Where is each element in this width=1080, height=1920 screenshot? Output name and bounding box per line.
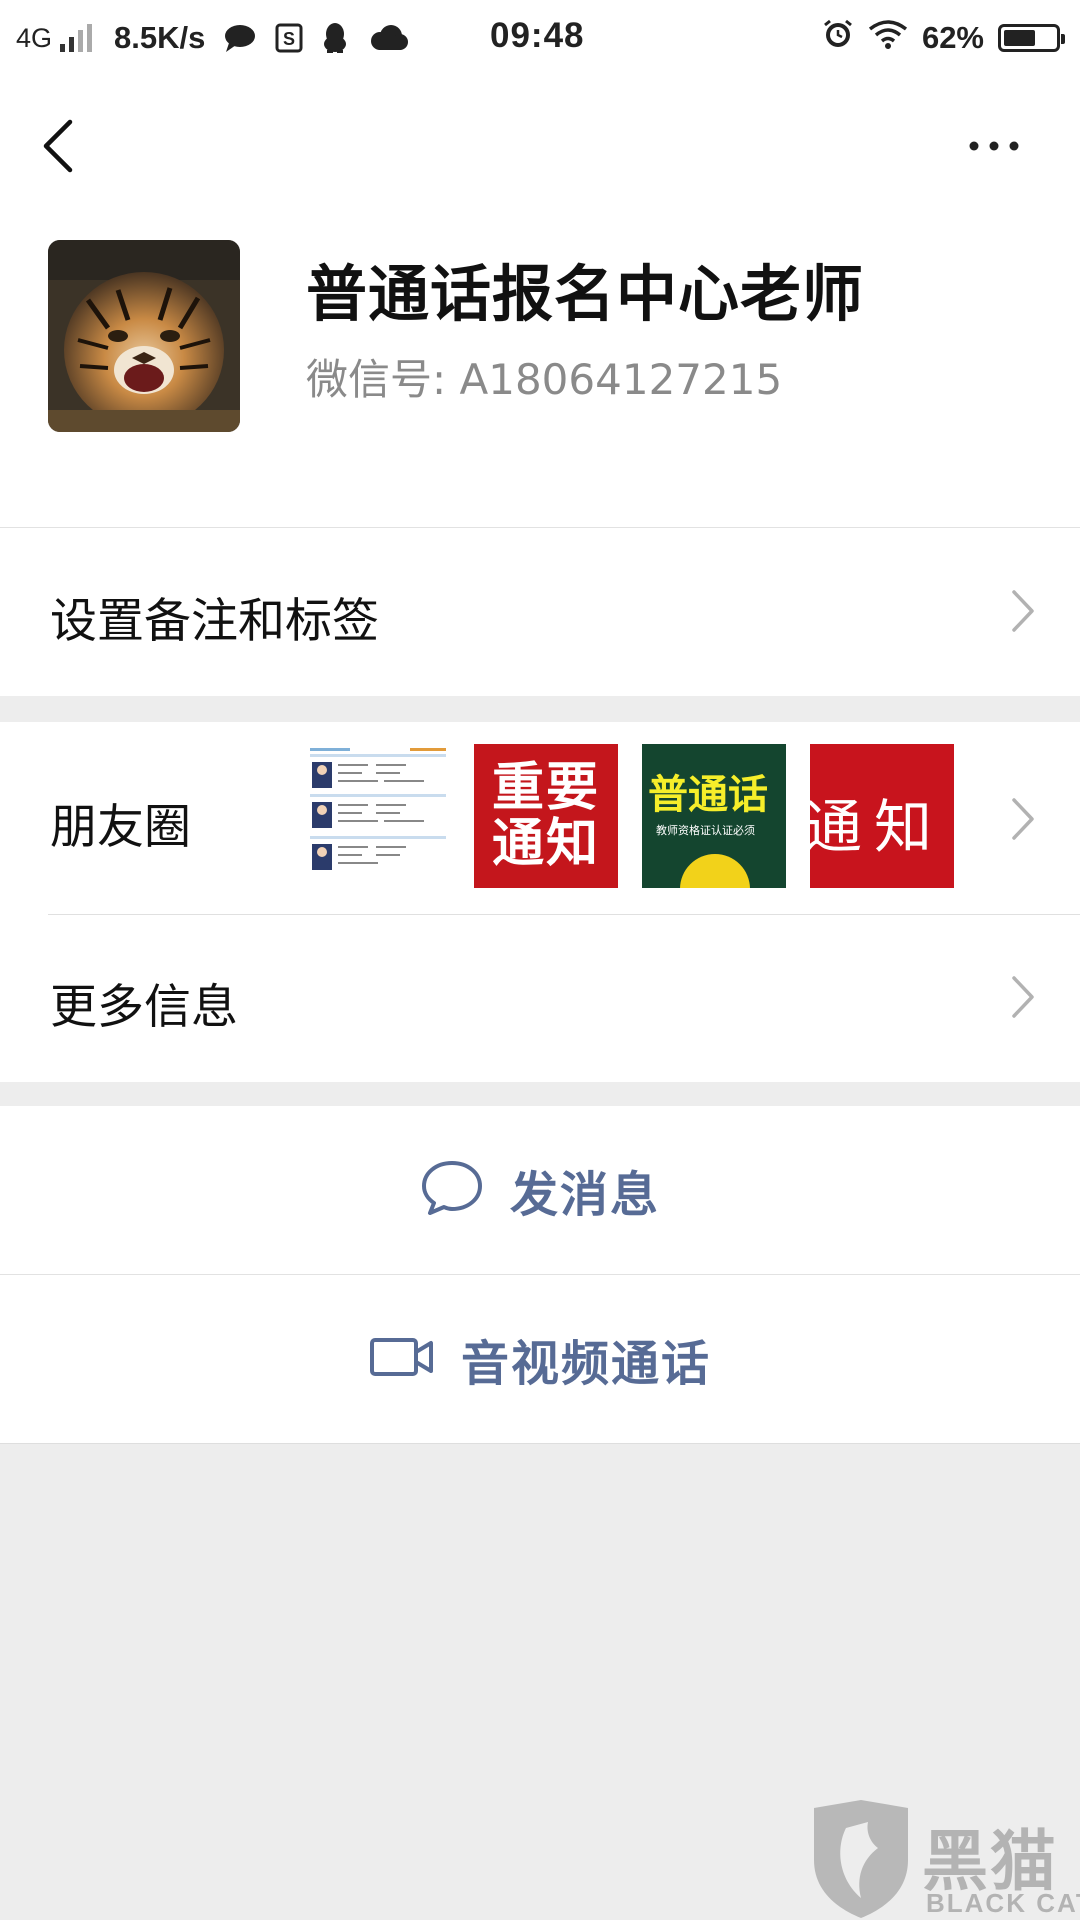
signal-icon: [60, 24, 93, 52]
battery-percent: 62%: [921, 20, 984, 55]
row-remark-tags[interactable]: 设置备注和标签: [0, 528, 1080, 696]
chevron-right-icon: [1008, 972, 1038, 1022]
thumb-tongzhi-text: 通知: [810, 793, 945, 861]
row-remark-label: 设置备注和标签: [50, 594, 379, 649]
chevron-left-icon[interactable]: [36, 116, 86, 176]
moments-thumb-tongzhi[interactable]: 通知: [810, 744, 954, 888]
blackcat-watermark: 黑猫 BLACK CAT: [806, 1798, 1080, 1920]
watermark-sub: BLACK CAT: [926, 1888, 1080, 1918]
sun-graphic: [680, 854, 750, 888]
row-moments[interactable]: 朋友圈 重要 通知 普通话 教师资格证认证必须 通知: [0, 722, 1080, 914]
network-speed: 8.5K/s: [114, 20, 206, 55]
blackcat-shield-icon: [814, 1800, 908, 1918]
chevron-right-icon: [1008, 794, 1038, 844]
wechat-id: 微信号: A18064127215: [306, 355, 783, 404]
chat-bubble-icon: [223, 23, 257, 53]
video-call-label: 音视频通话: [460, 1336, 711, 1392]
thumb-notice-text: 重要 通知: [491, 758, 600, 874]
battery-level: [1004, 30, 1035, 46]
nav-bar: [0, 76, 1080, 214]
moments-thumb-putonghua[interactable]: 普通话 教师资格证认证必须: [642, 744, 786, 888]
send-message-label: 发消息: [509, 1167, 660, 1223]
send-message-button[interactable]: 发消息: [0, 1106, 1080, 1274]
wifi-icon: [868, 19, 908, 57]
svg-text:S: S: [283, 29, 295, 49]
alarm-icon: [822, 18, 854, 58]
send-message-content: 发消息: [420, 1155, 660, 1225]
avatar[interactable]: [48, 240, 240, 432]
profile-name: 普通话报名中心老师: [306, 259, 865, 330]
message-bubble-icon: [420, 1159, 484, 1221]
status-right: 62%: [822, 18, 1065, 58]
battery-icon: [998, 24, 1065, 52]
status-bar: 4G 8.5K/s S 09:48 62%: [0, 0, 1080, 76]
network-type: 4G: [16, 22, 53, 53]
thumb-putonghua-sub: 教师资格证认证必须: [656, 824, 755, 837]
chevron-right-icon: [1008, 586, 1038, 636]
video-call-content: 音视频通话: [369, 1324, 711, 1394]
s-app-icon: S: [275, 23, 303, 53]
video-camera-icon: [369, 1335, 435, 1383]
thumb-putonghua-text: 普通话: [648, 772, 768, 818]
row-moments-label: 朋友圈: [50, 800, 191, 855]
qq-penguin-icon: [321, 22, 349, 54]
profile-header: 普通话报名中心老师 微信号: A18064127215: [0, 214, 1080, 528]
moments-thumb-notice[interactable]: 重要 通知: [474, 744, 618, 888]
status-left: 4G 8.5K/s S: [16, 18, 409, 58]
row-divider: [48, 914, 1080, 915]
moments-thumbnails: 重要 通知 普通话 教师资格证认证必须 通知: [306, 744, 954, 888]
row-more-info[interactable]: 更多信息: [0, 914, 1080, 1082]
bottom-divider: [0, 1443, 1080, 1444]
row-more-info-label: 更多信息: [50, 980, 238, 1035]
cloud-icon: [367, 24, 409, 52]
video-call-button[interactable]: 音视频通话: [0, 1275, 1080, 1443]
clock: 09:48: [490, 16, 585, 55]
moments-thumb-document[interactable]: [306, 744, 450, 888]
more-dots-icon[interactable]: [964, 126, 1024, 166]
